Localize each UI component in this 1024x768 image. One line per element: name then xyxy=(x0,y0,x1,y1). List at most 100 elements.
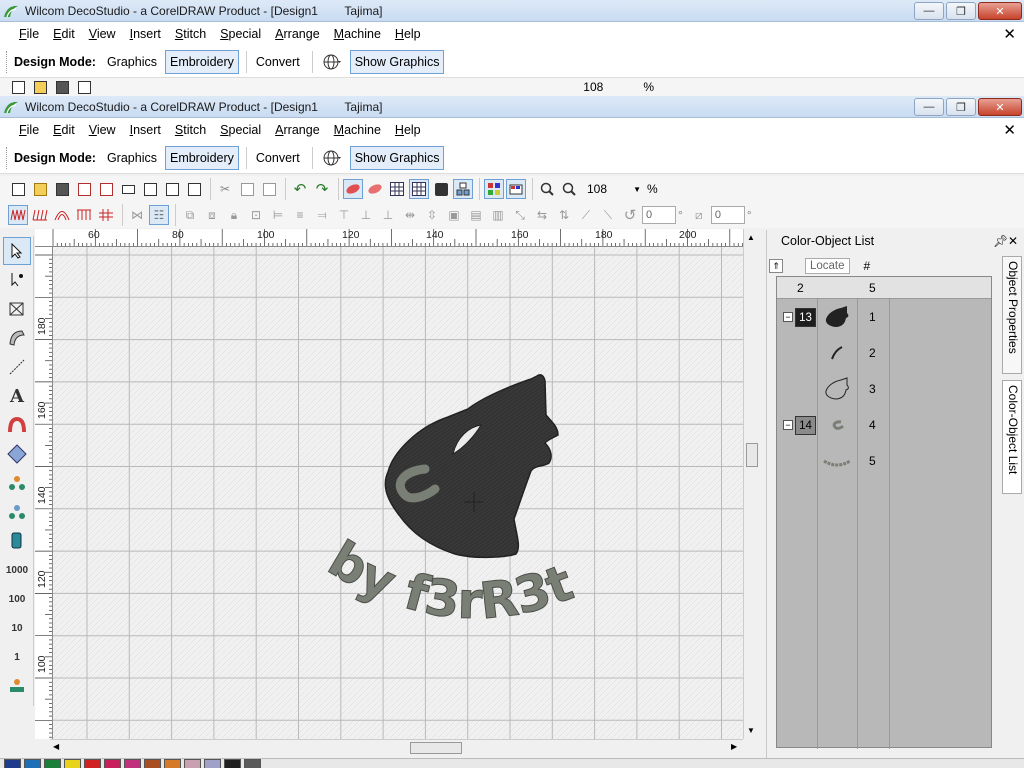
menu-edit[interactable]: Edit xyxy=(46,123,82,137)
window-titlebar[interactable]: Wilcom DecoStudio - a CorelDRAW Product … xyxy=(0,96,1024,118)
back-save-icon[interactable] xyxy=(52,78,72,96)
list-item[interactable]: − 14 4 xyxy=(777,407,991,443)
select-tool-icon[interactable] xyxy=(3,237,31,265)
back-show-graphics-button[interactable]: Show Graphics xyxy=(349,49,445,74)
team-names-tool-icon[interactable] xyxy=(3,469,31,497)
satin-stitch-icon[interactable] xyxy=(30,205,50,225)
back-menu-file[interactable]: File xyxy=(12,27,46,41)
back-minimize-button[interactable]: — xyxy=(914,2,944,20)
horizontal-scroll-thumb[interactable] xyxy=(410,742,462,754)
back-open-icon[interactable] xyxy=(30,78,50,96)
same-height-icon[interactable]: ▥ xyxy=(488,205,508,225)
import-icon[interactable] xyxy=(96,179,116,199)
print-preview-icon[interactable] xyxy=(140,179,160,199)
show-connectors-icon[interactable] xyxy=(453,179,473,199)
back-menu-insert[interactable]: Insert xyxy=(123,27,168,41)
show-hoop-icon[interactable] xyxy=(431,179,451,199)
color-object-list[interactable]: 2 5 − 13 1 2 3 − 14 4 5 xyxy=(776,276,992,749)
zoom-select[interactable]: 108 ▼ xyxy=(581,180,641,198)
close-button[interactable]: ✕ xyxy=(978,98,1022,116)
design-properties-icon[interactable] xyxy=(184,179,204,199)
same-width-icon[interactable]: ▤ xyxy=(466,205,486,225)
back-menu-view[interactable]: View xyxy=(82,27,123,41)
locate-button[interactable]: Locate xyxy=(805,258,850,274)
align-right-icon[interactable]: ⫤ xyxy=(312,205,332,225)
palette-swatch[interactable] xyxy=(4,759,21,768)
back-menu-edit[interactable]: Edit xyxy=(46,27,82,41)
vertical-scroll-thumb[interactable] xyxy=(746,443,758,467)
skew-angle-input[interactable]: 0 xyxy=(710,206,745,224)
list-item[interactable]: 3 xyxy=(777,371,991,407)
scale-1000-icon[interactable]: 1000 xyxy=(3,556,31,584)
save-icon[interactable] xyxy=(52,179,72,199)
show-hoop-grid-icon[interactable] xyxy=(409,179,429,199)
scroll-down-icon[interactable]: ▼ xyxy=(747,726,755,735)
auto-underlay-icon[interactable]: ☷ xyxy=(149,205,169,225)
show-graphics-button[interactable]: Show Graphics xyxy=(349,145,445,170)
lock-icon[interactable]: 🔒︎ xyxy=(224,205,244,225)
color-film-icon[interactable] xyxy=(484,179,504,199)
tab-color-object-list[interactable]: Color-Object List xyxy=(1002,380,1022,494)
run-stitch-icon[interactable] xyxy=(52,205,72,225)
mirror-vertical-icon[interactable]: ⇅ xyxy=(554,205,574,225)
back-close-button[interactable]: ✕ xyxy=(978,2,1022,20)
scroll-left-icon[interactable]: ◀ xyxy=(53,742,59,751)
scale-10-icon[interactable]: 10 xyxy=(3,614,31,642)
back-zoom-value[interactable]: 108 xyxy=(583,80,603,94)
menu-file[interactable]: File xyxy=(12,123,46,137)
palette-editor-icon[interactable] xyxy=(506,179,526,199)
resize-icon[interactable]: ⤡ xyxy=(510,205,530,225)
scroll-up-icon[interactable]: ▲ xyxy=(747,233,755,242)
tab-object-properties[interactable]: Object Properties xyxy=(1002,256,1022,374)
palette-swatch[interactable] xyxy=(24,759,41,768)
back-maximize-button[interactable]: ❐ xyxy=(946,2,976,20)
palette-swatch[interactable] xyxy=(244,759,261,768)
show-grid-icon[interactable] xyxy=(387,179,407,199)
mdi-close-button[interactable]: ✕ xyxy=(1003,121,1016,139)
collapse-icon[interactable]: − xyxy=(783,312,793,322)
send-to-machine-icon[interactable] xyxy=(162,179,182,199)
palette-swatch[interactable] xyxy=(44,759,61,768)
align-left-icon[interactable]: ⊨ xyxy=(268,205,288,225)
back-menu-machine[interactable]: Machine xyxy=(327,27,388,41)
pin-icon[interactable]: 📌︎ xyxy=(993,234,1008,248)
auto-digitize-tool-icon[interactable] xyxy=(3,527,31,555)
palette-swatch[interactable] xyxy=(124,759,141,768)
align-middle-icon[interactable]: ⊥ xyxy=(356,205,376,225)
back-convert-button[interactable]: Convert xyxy=(251,50,305,74)
open-folder-icon[interactable] xyxy=(30,179,50,199)
show-objects-icon[interactable] xyxy=(365,179,385,199)
run-tool-icon[interactable] xyxy=(3,353,31,381)
list-item[interactable]: − 13 1 xyxy=(777,299,991,335)
palette-swatch[interactable] xyxy=(204,759,221,768)
back-mdi-close-button[interactable]: ✕ xyxy=(1003,25,1016,43)
menu-special[interactable]: Special xyxy=(213,123,268,137)
align-center-icon[interactable]: ≡ xyxy=(290,205,310,225)
horizontal-scrollbar[interactable]: ◀ ▶ xyxy=(50,739,743,756)
stitch-effect-icon[interactable]: ⋈ xyxy=(127,205,147,225)
embroidery-mode-button[interactable]: Embroidery xyxy=(164,145,239,170)
palette-swatch[interactable] xyxy=(164,759,181,768)
scroll-right-icon[interactable]: ▶ xyxy=(731,742,737,751)
back-menu-help[interactable]: Help xyxy=(388,27,428,41)
tatami-stitch-icon[interactable] xyxy=(74,205,94,225)
align-top-icon[interactable]: ⊤ xyxy=(334,205,354,225)
new-file-icon[interactable] xyxy=(8,179,28,199)
group-icon[interactable]: ⧉ xyxy=(180,205,200,225)
design-canvas[interactable]: by f3rR3t xyxy=(53,247,743,739)
skew-icon[interactable]: ⧄ xyxy=(689,205,709,225)
undo-icon[interactable]: ↶ xyxy=(290,179,310,199)
panel-close-button[interactable]: ✕ xyxy=(1008,234,1018,248)
badge-tool-icon[interactable] xyxy=(3,440,31,468)
back-menu-stitch[interactable]: Stitch xyxy=(168,27,213,41)
travel-tool-icon[interactable] xyxy=(3,672,31,700)
unlock-icon[interactable]: ⊡ xyxy=(246,205,266,225)
lettering-tool-icon[interactable]: A xyxy=(3,382,31,410)
ungroup-icon[interactable]: ⧈ xyxy=(202,205,222,225)
vertical-ruler[interactable]: 180 160 140 120 100 xyxy=(35,247,53,739)
list-item[interactable]: 2 xyxy=(777,335,991,371)
align-bottom-icon[interactable]: ⊥ xyxy=(378,205,398,225)
palette-swatch[interactable] xyxy=(104,759,121,768)
zoom-box-icon[interactable] xyxy=(537,179,557,199)
menu-machine[interactable]: Machine xyxy=(327,123,388,137)
